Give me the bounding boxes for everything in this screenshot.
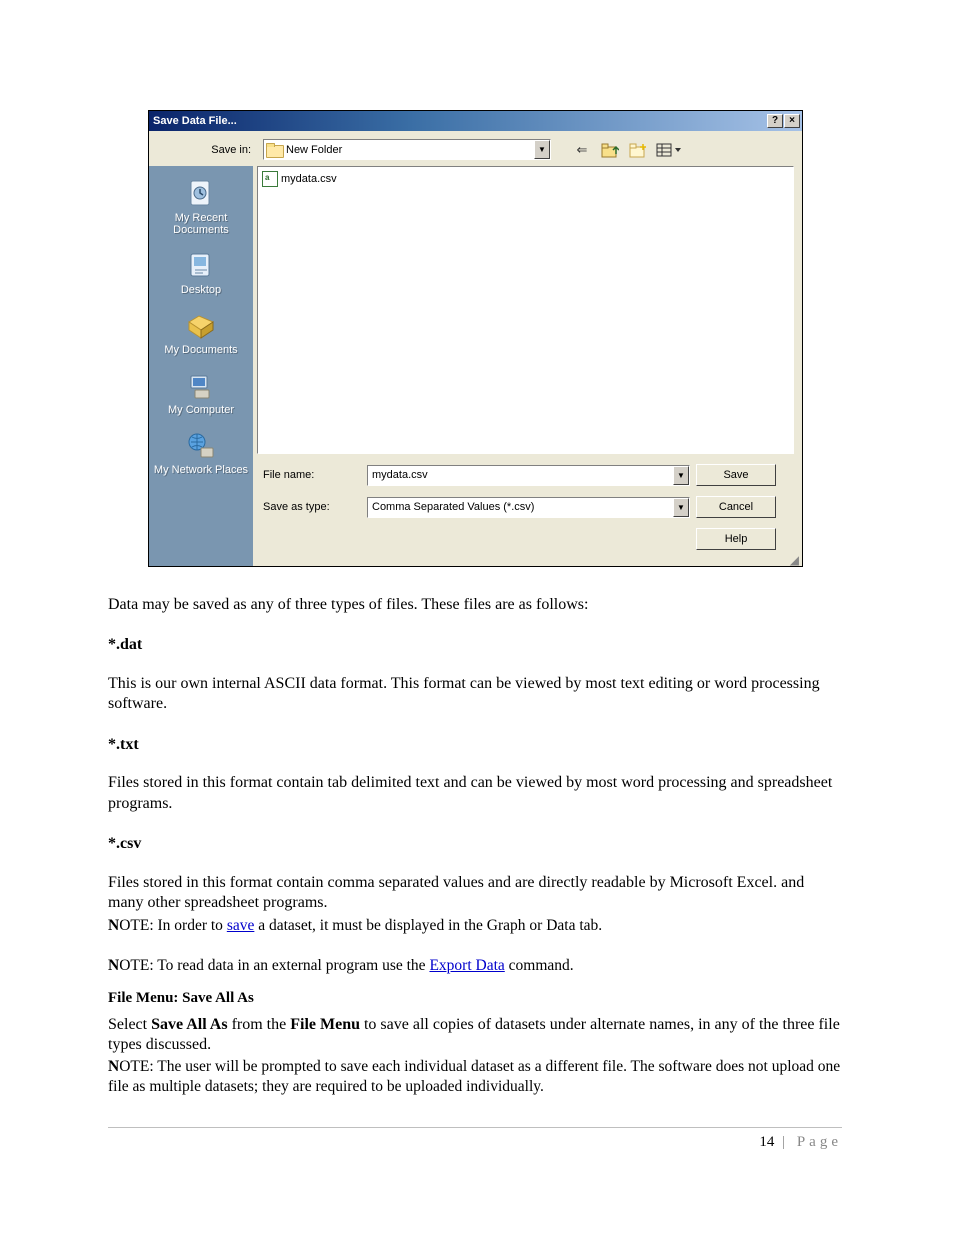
up-one-level-icon[interactable] <box>599 140 621 160</box>
back-icon[interactable]: ⇐ <box>571 140 593 160</box>
toolbar: Save in: New Folder ▼ ⇐ <box>149 131 802 166</box>
folder-open-icon <box>266 143 282 156</box>
places-label: My Documents <box>164 344 237 356</box>
chevron-down-icon[interactable]: ▼ <box>673 498 689 517</box>
desktop-icon <box>185 250 217 282</box>
note-line: NOTE: The user will be prompted to save … <box>108 1057 842 1097</box>
places-mydocuments[interactable]: My Documents <box>149 306 253 362</box>
document-body: Data may be saved as any of three types … <box>108 595 842 1097</box>
help-button[interactable]: Help <box>696 528 776 550</box>
close-titlebar-button[interactable]: × <box>784 114 800 128</box>
paragraph: Files stored in this format contain tab … <box>108 773 842 814</box>
page-footer: 14 | Page <box>108 1127 842 1151</box>
paragraph: Select Save All As from the File Menu to… <box>108 1015 842 1056</box>
page-number: 14 <box>759 1134 774 1150</box>
places-network[interactable]: My Network Places <box>149 426 253 482</box>
heading-saveallas: File Menu: Save All As <box>108 989 842 1008</box>
network-places-icon <box>185 430 217 462</box>
places-label: My Computer <box>168 404 234 416</box>
link-save[interactable]: save <box>227 917 255 934</box>
places-mycomputer[interactable]: My Computer <box>149 366 253 422</box>
note-line: NOTE: To read data in an external progra… <box>108 956 842 976</box>
paragraph: This is our own internal ASCII data form… <box>108 674 842 715</box>
savetype-dropdown[interactable]: Comma Separated Values (*.csv) ▼ <box>367 497 690 518</box>
resize-grip[interactable]: ◢ <box>253 556 802 566</box>
views-icon[interactable] <box>655 140 683 160</box>
new-folder-icon[interactable] <box>627 140 649 160</box>
csv-file-icon <box>262 171 278 187</box>
file-item[interactable]: mydata.csv <box>262 171 789 187</box>
save-in-label: Save in: <box>157 144 255 156</box>
filename-input[interactable]: mydata.csv ▼ <box>367 465 690 486</box>
cancel-button[interactable]: Cancel <box>696 496 776 518</box>
link-export-data[interactable]: Export Data <box>429 957 504 974</box>
file-list[interactable]: mydata.csv <box>257 166 794 454</box>
save-button[interactable]: Save <box>696 464 776 486</box>
places-desktop[interactable]: Desktop <box>149 246 253 302</box>
save-dialog: Save Data File... ? × Save in: New Folde… <box>148 110 803 567</box>
titlebar: Save Data File... ? × <box>149 111 802 131</box>
page-label: Page <box>797 1134 842 1150</box>
places-recent[interactable]: My Recent Documents <box>149 174 253 242</box>
savetype-label: Save as type: <box>253 501 361 513</box>
filename-value: mydata.csv <box>372 469 428 481</box>
help-titlebar-button[interactable]: ? <box>767 114 783 128</box>
recent-documents-icon <box>185 178 217 210</box>
paragraph: Files stored in this format contain comm… <box>108 873 842 914</box>
save-in-value: New Folder <box>286 144 342 156</box>
my-computer-icon <box>185 370 217 402</box>
places-label: Desktop <box>181 284 221 296</box>
save-in-dropdown[interactable]: New Folder ▼ <box>263 139 551 160</box>
places-bar: My Recent Documents Desktop <box>149 166 253 566</box>
chevron-down-icon[interactable]: ▼ <box>534 140 550 159</box>
heading-dat: *.dat <box>108 635 842 655</box>
heading-csv: *.csv <box>108 834 842 854</box>
my-documents-icon <box>185 310 217 342</box>
savetype-value: Comma Separated Values (*.csv) <box>372 501 534 513</box>
chevron-down-icon[interactable]: ▼ <box>673 466 689 485</box>
heading-txt: *.txt <box>108 735 842 755</box>
dialog-title: Save Data File... <box>153 115 237 127</box>
note-line: NOTE: In order to save a dataset, it mus… <box>108 916 842 936</box>
paragraph: Data may be saved as any of three types … <box>108 595 842 615</box>
places-label: My Recent Documents <box>151 212 251 236</box>
places-label: My Network Places <box>154 464 248 476</box>
filename-label: File name: <box>253 469 361 481</box>
file-name: mydata.csv <box>281 173 337 185</box>
